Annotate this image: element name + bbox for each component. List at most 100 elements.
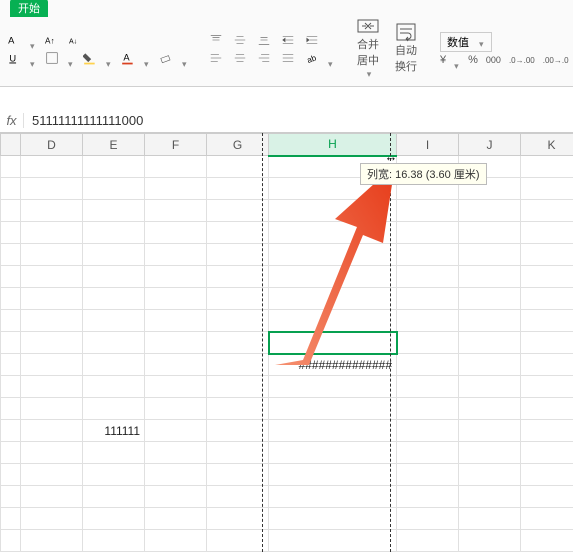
- cell[interactable]: [145, 442, 207, 464]
- cell[interactable]: [459, 530, 521, 552]
- cell[interactable]: [21, 288, 83, 310]
- percent-icon[interactable]: %: [468, 54, 478, 66]
- cell[interactable]: [397, 222, 459, 244]
- dec-decimal-icon[interactable]: .00→.0: [543, 56, 569, 65]
- cell[interactable]: [83, 310, 145, 332]
- cell[interactable]: [21, 420, 83, 442]
- cell[interactable]: [269, 530, 397, 552]
- cell[interactable]: [459, 354, 521, 376]
- cell[interactable]: [397, 398, 459, 420]
- cell[interactable]: [269, 222, 397, 244]
- cell[interactable]: [521, 376, 573, 398]
- orientation-icon[interactable]: ab: [304, 50, 320, 66]
- cell[interactable]: [145, 464, 207, 486]
- cell[interactable]: [21, 354, 83, 376]
- cell[interactable]: [459, 244, 521, 266]
- align-middle-icon[interactable]: [232, 32, 248, 48]
- fx-label[interactable]: fx: [0, 113, 24, 128]
- chevron-down-icon[interactable]: [28, 36, 36, 44]
- cell[interactable]: [521, 178, 573, 200]
- cell[interactable]: [145, 178, 207, 200]
- cell[interactable]: [459, 508, 521, 530]
- cell[interactable]: [521, 486, 573, 508]
- cell[interactable]: [397, 508, 459, 530]
- cell[interactable]: [145, 398, 207, 420]
- cell[interactable]: [145, 288, 207, 310]
- cell[interactable]: [83, 486, 145, 508]
- col-header-F[interactable]: F: [145, 134, 207, 156]
- currency-icon[interactable]: ¥: [440, 54, 446, 66]
- cell[interactable]: [269, 288, 397, 310]
- cell[interactable]: [521, 442, 573, 464]
- cell[interactable]: [21, 376, 83, 398]
- comma-icon[interactable]: 000: [486, 55, 501, 65]
- col-header-D[interactable]: D: [21, 134, 83, 156]
- cell[interactable]: [83, 354, 145, 376]
- number-format-dropdown[interactable]: 数值: [440, 32, 492, 52]
- cell[interactable]: [207, 200, 269, 222]
- indent-inc-icon[interactable]: [304, 32, 320, 48]
- cell[interactable]: [207, 486, 269, 508]
- cell[interactable]: [207, 310, 269, 332]
- align-center-icon[interactable]: [232, 50, 248, 66]
- cell[interactable]: [459, 288, 521, 310]
- cell[interactable]: [397, 420, 459, 442]
- cell[interactable]: [459, 310, 521, 332]
- wrap-text-icon[interactable]: [392, 24, 420, 40]
- cell[interactable]: [397, 266, 459, 288]
- fill-color-icon[interactable]: [82, 50, 98, 66]
- cell[interactable]: [397, 200, 459, 222]
- cell[interactable]: [145, 156, 207, 178]
- cell[interactable]: [21, 332, 83, 354]
- cell[interactable]: [145, 508, 207, 530]
- cell[interactable]: [145, 530, 207, 552]
- cell[interactable]: [83, 156, 145, 178]
- cell[interactable]: [269, 244, 397, 266]
- merge-cells-icon[interactable]: [354, 18, 382, 34]
- chevron-down-icon[interactable]: [452, 56, 460, 64]
- chevron-down-icon[interactable]: [326, 54, 334, 62]
- tab-home[interactable]: 开始: [10, 0, 48, 17]
- cell[interactable]: [21, 530, 83, 552]
- indent-dec-icon[interactable]: [280, 32, 296, 48]
- corner[interactable]: [1, 134, 21, 156]
- cell[interactable]: [521, 156, 573, 178]
- font-size-inc-icon[interactable]: A↑: [44, 32, 60, 48]
- cell[interactable]: [145, 420, 207, 442]
- cell[interactable]: [459, 398, 521, 420]
- cell[interactable]: [83, 332, 145, 354]
- cell[interactable]: [207, 354, 269, 376]
- cell[interactable]: [521, 244, 573, 266]
- cell[interactable]: [521, 288, 573, 310]
- cell[interactable]: [269, 332, 397, 354]
- cell[interactable]: [207, 332, 269, 354]
- chevron-down-icon[interactable]: [180, 54, 188, 62]
- cell[interactable]: [145, 244, 207, 266]
- cell[interactable]: [397, 244, 459, 266]
- cell[interactable]: [21, 244, 83, 266]
- cell[interactable]: [21, 486, 83, 508]
- cell[interactable]: [83, 178, 145, 200]
- cell[interactable]: [207, 266, 269, 288]
- cell[interactable]: [397, 376, 459, 398]
- cell[interactable]: [145, 222, 207, 244]
- cell[interactable]: [459, 200, 521, 222]
- merge-label[interactable]: 合并居中: [354, 36, 382, 80]
- cell[interactable]: [207, 420, 269, 442]
- cell[interactable]: [145, 354, 207, 376]
- cell[interactable]: [21, 508, 83, 530]
- cell[interactable]: [459, 332, 521, 354]
- cell[interactable]: [397, 486, 459, 508]
- cell[interactable]: [521, 354, 573, 376]
- cell[interactable]: [207, 442, 269, 464]
- cell[interactable]: [145, 266, 207, 288]
- cell[interactable]: [459, 222, 521, 244]
- cell[interactable]: [83, 464, 145, 486]
- cell[interactable]: [207, 464, 269, 486]
- chevron-down-icon[interactable]: [28, 54, 36, 62]
- cell[interactable]: [397, 354, 459, 376]
- cell[interactable]: [83, 266, 145, 288]
- cell[interactable]: [269, 310, 397, 332]
- cell[interactable]: [459, 420, 521, 442]
- cell[interactable]: [521, 222, 573, 244]
